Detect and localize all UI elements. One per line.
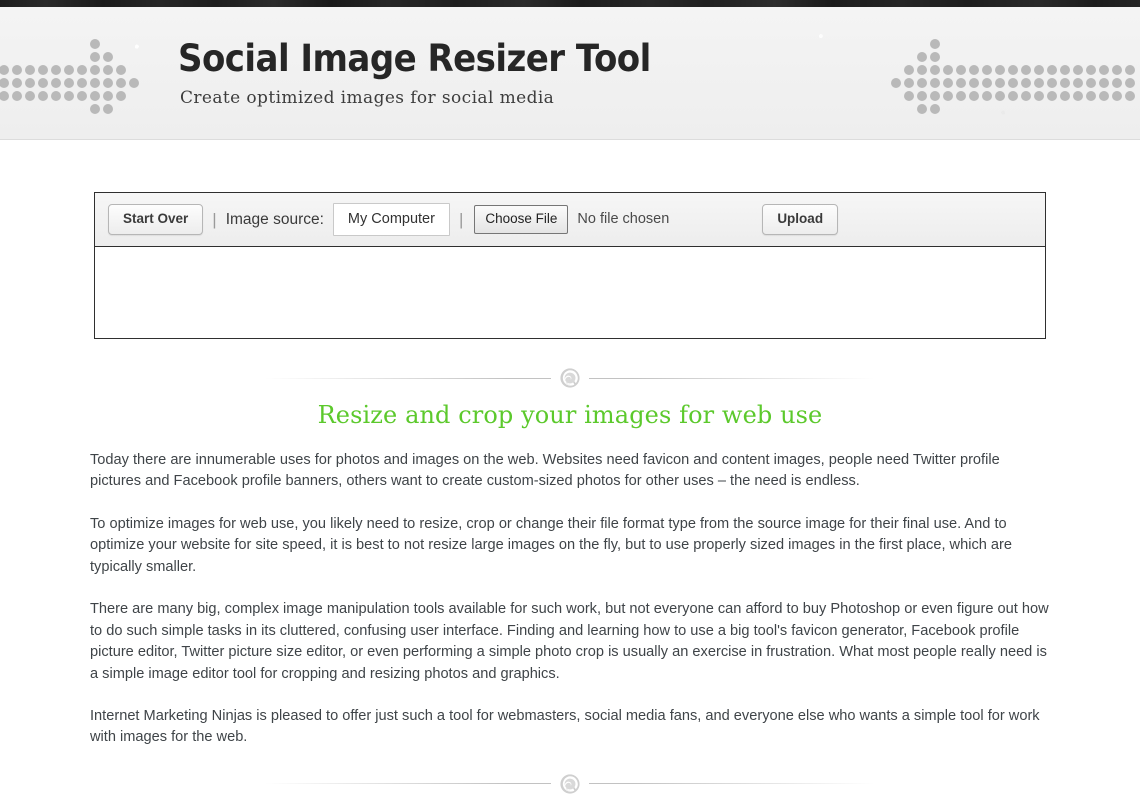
- upload-button[interactable]: Upload: [762, 204, 839, 235]
- section-paragraph: Internet Marketing Ninjas is pleased to …: [90, 707, 1040, 746]
- top-dark-strip: [0, 0, 1140, 7]
- choose-file-button[interactable]: Choose File: [474, 205, 569, 234]
- file-input-group[interactable]: Choose File No file chosen: [474, 205, 669, 234]
- image-source-select[interactable]: My Computer: [332, 202, 450, 237]
- image-tool-panel: Start Over | Image source: My Computer |…: [94, 192, 1046, 339]
- image-preview-canvas[interactable]: [95, 247, 1045, 338]
- toolbar-separator-2: |: [458, 210, 464, 229]
- section-paragraph: There are many big, complex image manipu…: [90, 601, 1049, 682]
- section-divider-2: [210, 771, 930, 797]
- swirl-icon: [551, 773, 589, 795]
- divider-rule-right: [589, 377, 875, 379]
- section-divider-1: [210, 365, 930, 391]
- page-title: Social Image Resizer Tool: [178, 37, 651, 80]
- dotted-arrow-left-icon: [880, 37, 1140, 117]
- section-paragraph: Today there are innumerable uses for pho…: [90, 452, 1000, 490]
- header-text-block: Social Image Resizer Tool Create optimiz…: [178, 37, 692, 108]
- main-content: Resize and crop your images for web use …: [90, 401, 1050, 800]
- section-paragraph: To optimize images for web use, you like…: [90, 515, 1013, 575]
- swirl-icon: [551, 367, 589, 389]
- no-file-chosen-text: No file chosen: [577, 211, 670, 228]
- divider-rule-right: [589, 783, 875, 785]
- section-heading-1: Resize and crop your images for web use: [317, 401, 823, 429]
- divider-rule-left: [265, 783, 551, 785]
- start-over-button[interactable]: Start Over: [108, 204, 204, 235]
- page-tagline: Create optimized images for social media: [180, 87, 555, 108]
- divider-rule-left: [265, 377, 551, 379]
- dotted-arrow-right-icon: [0, 37, 140, 117]
- tool-toolbar: Start Over | Image source: My Computer |…: [95, 193, 1045, 247]
- toolbar-separator-1: |: [212, 210, 217, 229]
- image-source-label: Image source:: [225, 210, 324, 228]
- site-header: Social Image Resizer Tool Create optimiz…: [0, 7, 1140, 140]
